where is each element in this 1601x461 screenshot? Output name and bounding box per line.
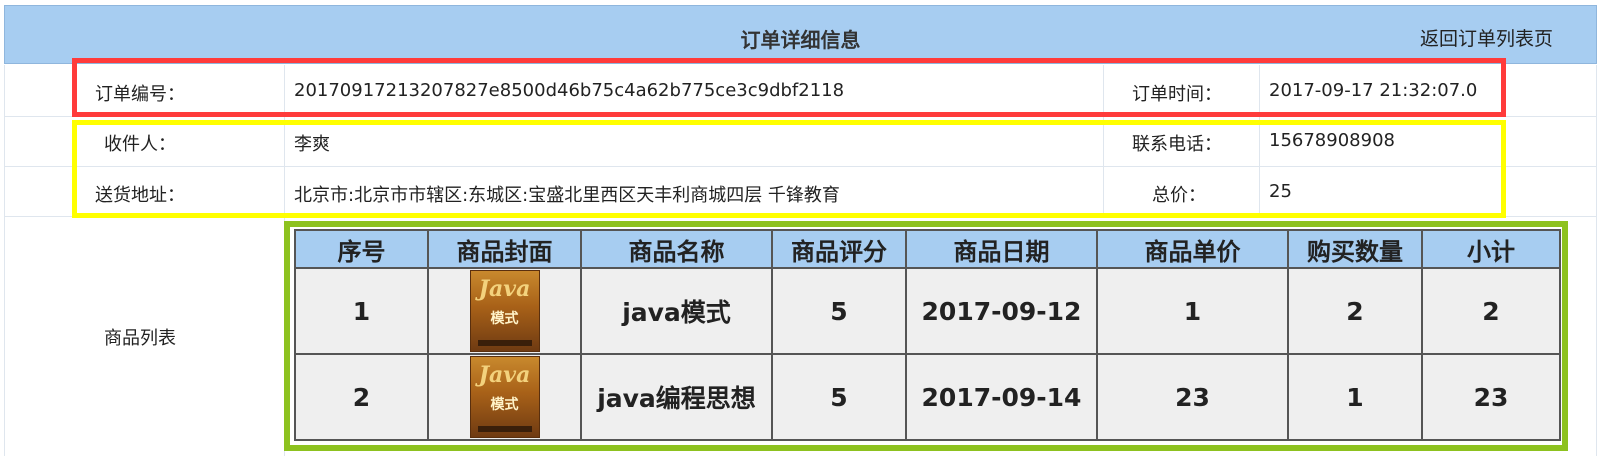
products-label: 商品列表	[104, 328, 176, 349]
products-highlight-box	[284, 221, 1568, 451]
table-left-border	[4, 65, 5, 456]
back-to-order-list-link[interactable]: 返回订单列表页	[1420, 24, 1553, 51]
page-title: 订单详细信息	[740, 28, 861, 52]
order-detail-page: 订单详细信息 返回订单列表页 订单编号： 20170917213207827e8…	[0, 0, 1601, 461]
page-header: 订单详细信息 返回订单列表页	[4, 5, 1597, 64]
order-id-highlight-box	[72, 58, 1506, 117]
receiver-highlight-box	[72, 120, 1506, 218]
table-right-border	[1596, 65, 1597, 456]
